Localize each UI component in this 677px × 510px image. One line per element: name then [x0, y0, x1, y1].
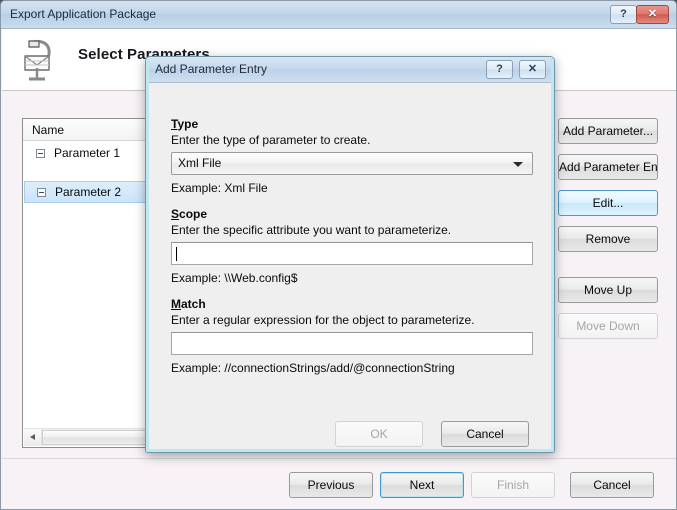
type-label: Type	[171, 117, 198, 131]
tree-row-label: Parameter 2	[55, 185, 122, 199]
scope-input[interactable]	[171, 242, 533, 265]
dialog-cancel-button[interactable]: Cancel	[441, 421, 529, 447]
scope-description: Enter the specific attribute you want to…	[171, 223, 452, 237]
finish-button: Finish	[471, 472, 555, 498]
edit-button[interactable]: Edit...	[558, 190, 658, 216]
previous-button[interactable]: Previous	[289, 472, 373, 498]
close-icon[interactable]: ✕	[636, 5, 669, 24]
scope-label-accesskey: S	[171, 207, 180, 221]
dialog-close-icon[interactable]: ✕	[519, 60, 546, 79]
main-window-titlebar[interactable]: Export Application Package ? ✕	[1, 1, 676, 29]
dialog-title: Add Parameter Entry	[155, 62, 268, 76]
scroll-left-arrow-icon[interactable]	[24, 429, 42, 446]
help-icon[interactable]: ?	[610, 5, 637, 24]
match-label: Match	[171, 297, 206, 311]
type-combobox-value: Xml File	[178, 156, 222, 170]
move-down-button: Move Down	[558, 313, 658, 339]
scope-label-rest: cope	[179, 207, 208, 221]
dialog-body: Type Enter the type of parameter to crea…	[149, 83, 553, 451]
wizard-footer: Previous Next Finish Cancel	[2, 458, 676, 509]
match-label-rest: atch	[181, 297, 206, 311]
dialog-help-icon[interactable]: ?	[486, 60, 513, 79]
match-input[interactable]	[171, 332, 533, 355]
move-up-button[interactable]: Move Up	[558, 277, 658, 303]
dialog-titlebar[interactable]: Add Parameter Entry ? ✕	[146, 57, 554, 83]
match-example: Example: //connectionStrings/add/@connec…	[171, 361, 455, 375]
remove-button[interactable]: Remove	[558, 226, 658, 252]
next-button[interactable]: Next	[380, 472, 464, 498]
add-parameter-entry-button[interactable]: Add Parameter Entry...	[558, 154, 658, 180]
add-parameter-button[interactable]: Add Parameter...	[558, 118, 658, 144]
ok-button: OK	[335, 421, 423, 447]
tree-row-label: Parameter 1	[54, 146, 121, 160]
collapse-box-icon[interactable]	[36, 149, 45, 158]
type-description: Enter the type of parameter to create.	[171, 133, 371, 147]
match-label-accesskey: M	[171, 297, 181, 311]
collapse-box-icon[interactable]	[37, 188, 46, 197]
type-combobox[interactable]: Xml File	[171, 152, 533, 175]
add-parameter-entry-dialog: Add Parameter Entry ? ✕ Type Enter the t…	[145, 56, 555, 453]
scope-example: Example: \\Web.config$	[171, 271, 298, 285]
main-window-title: Export Application Package	[10, 7, 157, 21]
chevron-down-icon[interactable]	[513, 162, 523, 167]
cancel-button[interactable]: Cancel	[570, 472, 654, 498]
match-description: Enter a regular expression for the objec…	[171, 313, 475, 327]
scope-label: Scope	[171, 207, 207, 221]
export-package-icon	[15, 34, 67, 86]
type-label-rest: ype	[177, 117, 199, 131]
type-example: Example: Xml File	[171, 181, 268, 195]
